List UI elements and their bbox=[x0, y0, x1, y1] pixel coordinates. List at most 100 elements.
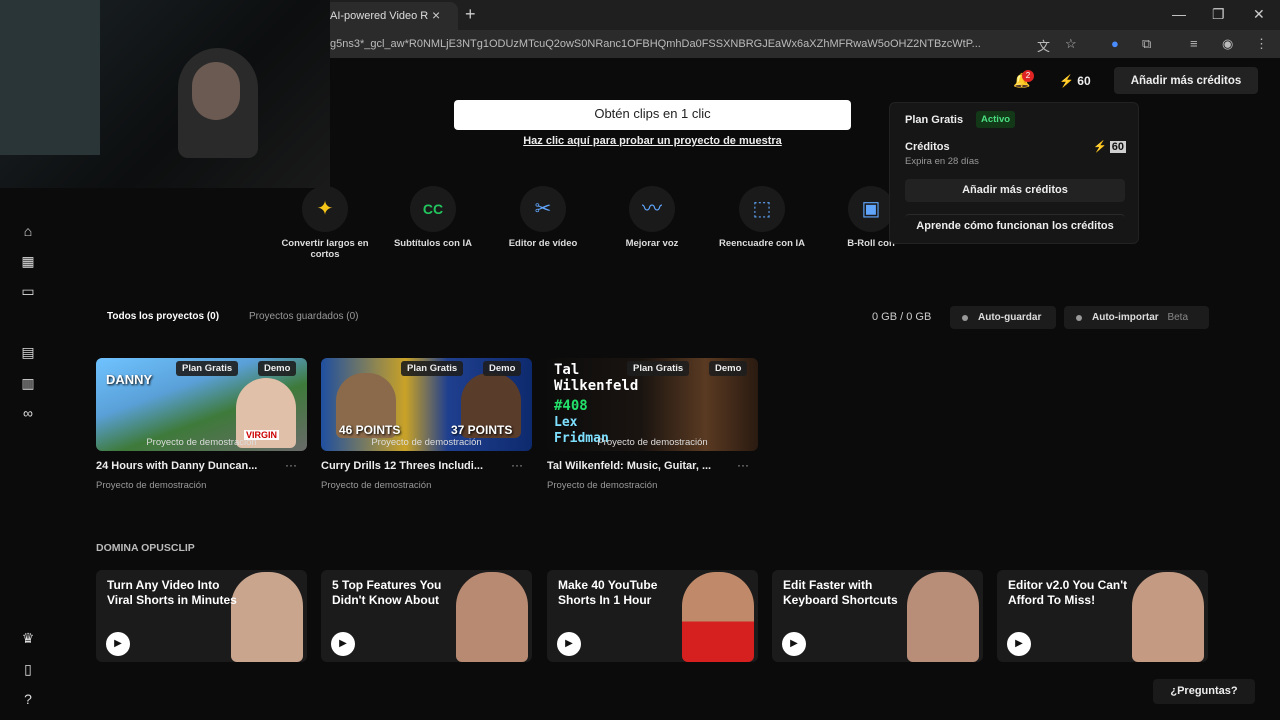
tutorial-video-card[interactable]: Turn Any Video Into Viral Shorts in Minu… bbox=[96, 570, 307, 662]
translate-icon[interactable]: 文 bbox=[1037, 36, 1050, 55]
tab-title: AI-powered Video R bbox=[330, 10, 429, 22]
questions-button[interactable]: ¿Preguntas? bbox=[1153, 679, 1255, 704]
tool-label: Mejorar voz bbox=[625, 238, 679, 249]
crop-icon: ⬚ bbox=[739, 186, 785, 232]
tutorial-video-card[interactable]: Make 40 YouTube Shorts In 1 Hour ▶ bbox=[547, 570, 758, 662]
project-title[interactable]: Tal Wilkenfeld: Music, Guitar, ... bbox=[547, 460, 711, 472]
new-tab-icon[interactable]: + bbox=[465, 4, 476, 25]
auto-import-label: Auto-importar bbox=[1092, 312, 1159, 323]
webcam-overlay bbox=[0, 0, 330, 188]
puzzle-icon[interactable]: ⧉ bbox=[1142, 36, 1151, 52]
crown-icon[interactable]: ♛ bbox=[18, 630, 38, 647]
tool-editor[interactable]: ✂ Editor de vídeo bbox=[488, 186, 598, 249]
tutorial-video-card[interactable]: Editor v2.0 You Can't Afford To Miss! ▶ bbox=[997, 570, 1208, 662]
more-options-icon[interactable]: ··· bbox=[285, 458, 297, 472]
credits-value: ⚡ 60 bbox=[1093, 140, 1127, 153]
play-icon[interactable]: ▶ bbox=[557, 632, 581, 656]
play-icon[interactable]: ▶ bbox=[331, 632, 355, 656]
credits-expiry: Expira en 28 días bbox=[905, 156, 979, 167]
tool-voice[interactable]: 〰 Mejorar voz bbox=[597, 186, 707, 249]
star-icon[interactable]: ☆ bbox=[1065, 36, 1077, 52]
url-text: g5ns3*_gcl_aw*R0NMLjE3NTg1ODUzMTcuQ2owS0… bbox=[330, 38, 981, 50]
more-options-icon[interactable]: ··· bbox=[511, 458, 523, 472]
tool-label: Subtítulos con IA bbox=[393, 238, 473, 249]
credits-label: Créditos bbox=[905, 141, 950, 153]
video-title: Make 40 YouTube Shorts In 1 Hour bbox=[558, 578, 658, 607]
thumb-person bbox=[907, 572, 979, 662]
play-icon[interactable]: ▶ bbox=[782, 632, 806, 656]
help-icon[interactable]: ? bbox=[18, 691, 38, 707]
tab-saved-projects[interactable]: Proyectos guardados (0) bbox=[249, 311, 359, 322]
learn-credits-button[interactable]: Aprende cómo funcionan los créditos bbox=[905, 214, 1125, 237]
bolt-icon: ⚡ bbox=[1093, 141, 1107, 153]
sample-project-link[interactable]: Haz clic aquí para probar un proyecto de… bbox=[454, 135, 851, 147]
tutorial-video-card[interactable]: 5 Top Features You Didn't Know About ▶ bbox=[321, 570, 532, 662]
status-dot bbox=[1076, 315, 1082, 321]
menu-icon[interactable]: ⋮ bbox=[1255, 36, 1268, 52]
profile-icon[interactable]: ◉ bbox=[1222, 36, 1233, 52]
credit-counter[interactable]: ⚡ 60 bbox=[1059, 74, 1091, 88]
webcam-face bbox=[192, 62, 240, 120]
thumb-person bbox=[682, 572, 754, 662]
tool-label: Convertir largos en cortos bbox=[281, 238, 369, 260]
media-icon[interactable]: ≡ bbox=[1190, 36, 1198, 51]
close-tab-icon[interactable]: × bbox=[432, 7, 440, 23]
tool-label: Reencuadre con IA bbox=[718, 238, 806, 249]
status-dot bbox=[962, 315, 968, 321]
thumb-person bbox=[231, 572, 303, 662]
play-icon[interactable]: ▶ bbox=[1007, 632, 1031, 656]
broll-icon: ▣ bbox=[848, 186, 894, 232]
card-caption: Proyecto de demostración bbox=[597, 437, 708, 448]
credits-dropdown: Plan Gratis Activo Créditos Expira en 28… bbox=[889, 102, 1139, 244]
project-subtitle: Proyecto de demostración bbox=[96, 480, 207, 491]
sparkle-icon: ✦ bbox=[302, 186, 348, 232]
waveform-icon: 〰 bbox=[629, 186, 675, 232]
home-icon[interactable]: ⌂ bbox=[18, 223, 38, 239]
thumb-person bbox=[1132, 572, 1204, 662]
project-card[interactable]: DANNY VIRGIN Plan Gratis Demo Proyecto d… bbox=[96, 358, 307, 451]
add-credits-button[interactable]: Añadir más créditos bbox=[1114, 67, 1258, 94]
apps-icon[interactable]: ▦ bbox=[18, 253, 38, 270]
webcam-background bbox=[0, 0, 100, 155]
tool-reframe[interactable]: ⬚ Reencuadre con IA bbox=[707, 186, 817, 249]
minimize-icon[interactable]: — bbox=[1172, 6, 1186, 22]
tool-long-to-short[interactable]: ✦ Convertir largos en cortos bbox=[270, 186, 380, 260]
card-caption: Proyecto de demostración bbox=[371, 437, 482, 448]
video-title: 5 Top Features You Didn't Know About bbox=[332, 578, 442, 607]
tool-label: Editor de vídeo bbox=[508, 238, 578, 249]
plan-name: Plan Gratis bbox=[905, 114, 964, 126]
book-icon[interactable]: ▯ bbox=[18, 661, 38, 678]
tutorial-video-card[interactable]: Edit Faster with Keyboard Shortcuts ▶ bbox=[772, 570, 983, 662]
cc-icon: CC bbox=[410, 186, 456, 232]
extension-icon[interactable]: ● bbox=[1111, 36, 1119, 51]
demo-tag: Demo bbox=[709, 361, 748, 376]
project-title[interactable]: Curry Drills 12 Threes Includi... bbox=[321, 460, 483, 472]
thumb-text: DANNY bbox=[106, 372, 153, 387]
video-title: Turn Any Video Into Viral Shorts in Minu… bbox=[107, 578, 237, 607]
plan-tag: Plan Gratis bbox=[176, 361, 239, 376]
demo-tag: Demo bbox=[483, 361, 522, 376]
play-icon[interactable]: ▶ bbox=[106, 632, 130, 656]
auto-import-toggle[interactable]: Auto-importar Beta bbox=[1064, 306, 1209, 329]
plan-tag: Plan Gratis bbox=[401, 361, 464, 376]
plan-tag: Plan Gratis bbox=[627, 361, 690, 376]
credit-count: 60 bbox=[1077, 74, 1091, 88]
tab-all-projects[interactable]: Todos los proyectos (0) bbox=[107, 311, 219, 322]
dropdown-add-credits-button[interactable]: Añadir más créditos bbox=[905, 179, 1125, 202]
window-close-icon[interactable]: ✕ bbox=[1253, 6, 1265, 23]
folder-icon[interactable]: ▭ bbox=[18, 283, 38, 300]
demo-tag: Demo bbox=[258, 361, 297, 376]
project-card[interactable]: 46 POINTS 37 POINTS Plan Gratis Demo Pro… bbox=[321, 358, 532, 451]
link-icon[interactable]: ∞ bbox=[18, 405, 38, 421]
more-options-icon[interactable]: ··· bbox=[737, 458, 749, 472]
analytics-icon[interactable]: ▥ bbox=[18, 375, 38, 392]
project-title[interactable]: 24 Hours with Danny Duncan... bbox=[96, 460, 257, 472]
thumb-person bbox=[456, 572, 528, 662]
calendar-icon[interactable]: ▤ bbox=[18, 344, 38, 361]
get-clips-button[interactable]: Obtén clips en 1 clic bbox=[454, 100, 851, 130]
auto-save-toggle[interactable]: Auto-guardar bbox=[950, 306, 1056, 329]
project-card[interactable]: Tal Wilkenfeld #408 Lex Fridman Plan Gra… bbox=[547, 358, 758, 451]
restore-icon[interactable]: ❐ bbox=[1212, 6, 1225, 23]
tool-captions[interactable]: CC Subtítulos con IA bbox=[378, 186, 488, 249]
thumb-text: 46 POINTS bbox=[339, 423, 401, 437]
